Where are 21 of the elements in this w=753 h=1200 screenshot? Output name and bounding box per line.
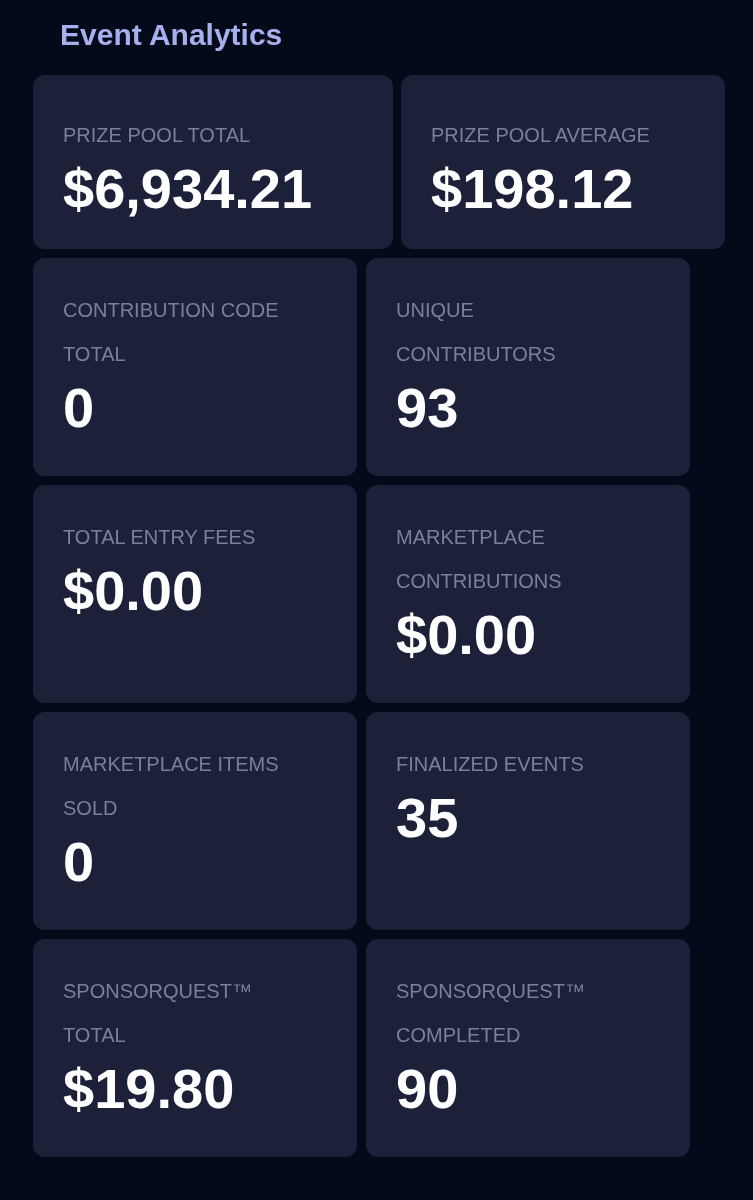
stat-value: 0	[63, 376, 96, 440]
stat-value: $19.80	[63, 1057, 236, 1121]
stat-value: 35	[396, 786, 460, 850]
stat-label: CONTRIBUTION CODE TOTAL	[63, 298, 280, 367]
page-title: Event Analytics	[59, 17, 284, 53]
stat-value: $6,934.21	[63, 157, 314, 221]
stat-value: 93	[396, 376, 460, 440]
stat-label: FINALIZED EVENTS	[396, 752, 585, 777]
stat-value: $0.00	[63, 559, 205, 623]
stat-label: UNIQUE CONTRIBUTORS	[396, 298, 557, 367]
stat-value: $198.12	[431, 157, 635, 221]
stat-value: $0.00	[396, 603, 538, 667]
stat-label: SPONSORQUEST™ TOTAL	[63, 979, 253, 1048]
stat-label: MARKETPLACE CONTRIBUTIONS	[396, 525, 563, 594]
stat-label: MARKETPLACE ITEMS SOLD	[63, 752, 280, 821]
stat-label: PRIZE POOL TOTAL	[63, 123, 252, 148]
stat-value: 90	[396, 1057, 460, 1121]
stat-label: TOTAL ENTRY FEES	[63, 525, 257, 550]
stat-value: 0	[63, 830, 96, 894]
stat-label: PRIZE POOL AVERAGE	[431, 123, 651, 148]
stat-label: SPONSORQUEST™ COMPLETED	[396, 979, 586, 1048]
